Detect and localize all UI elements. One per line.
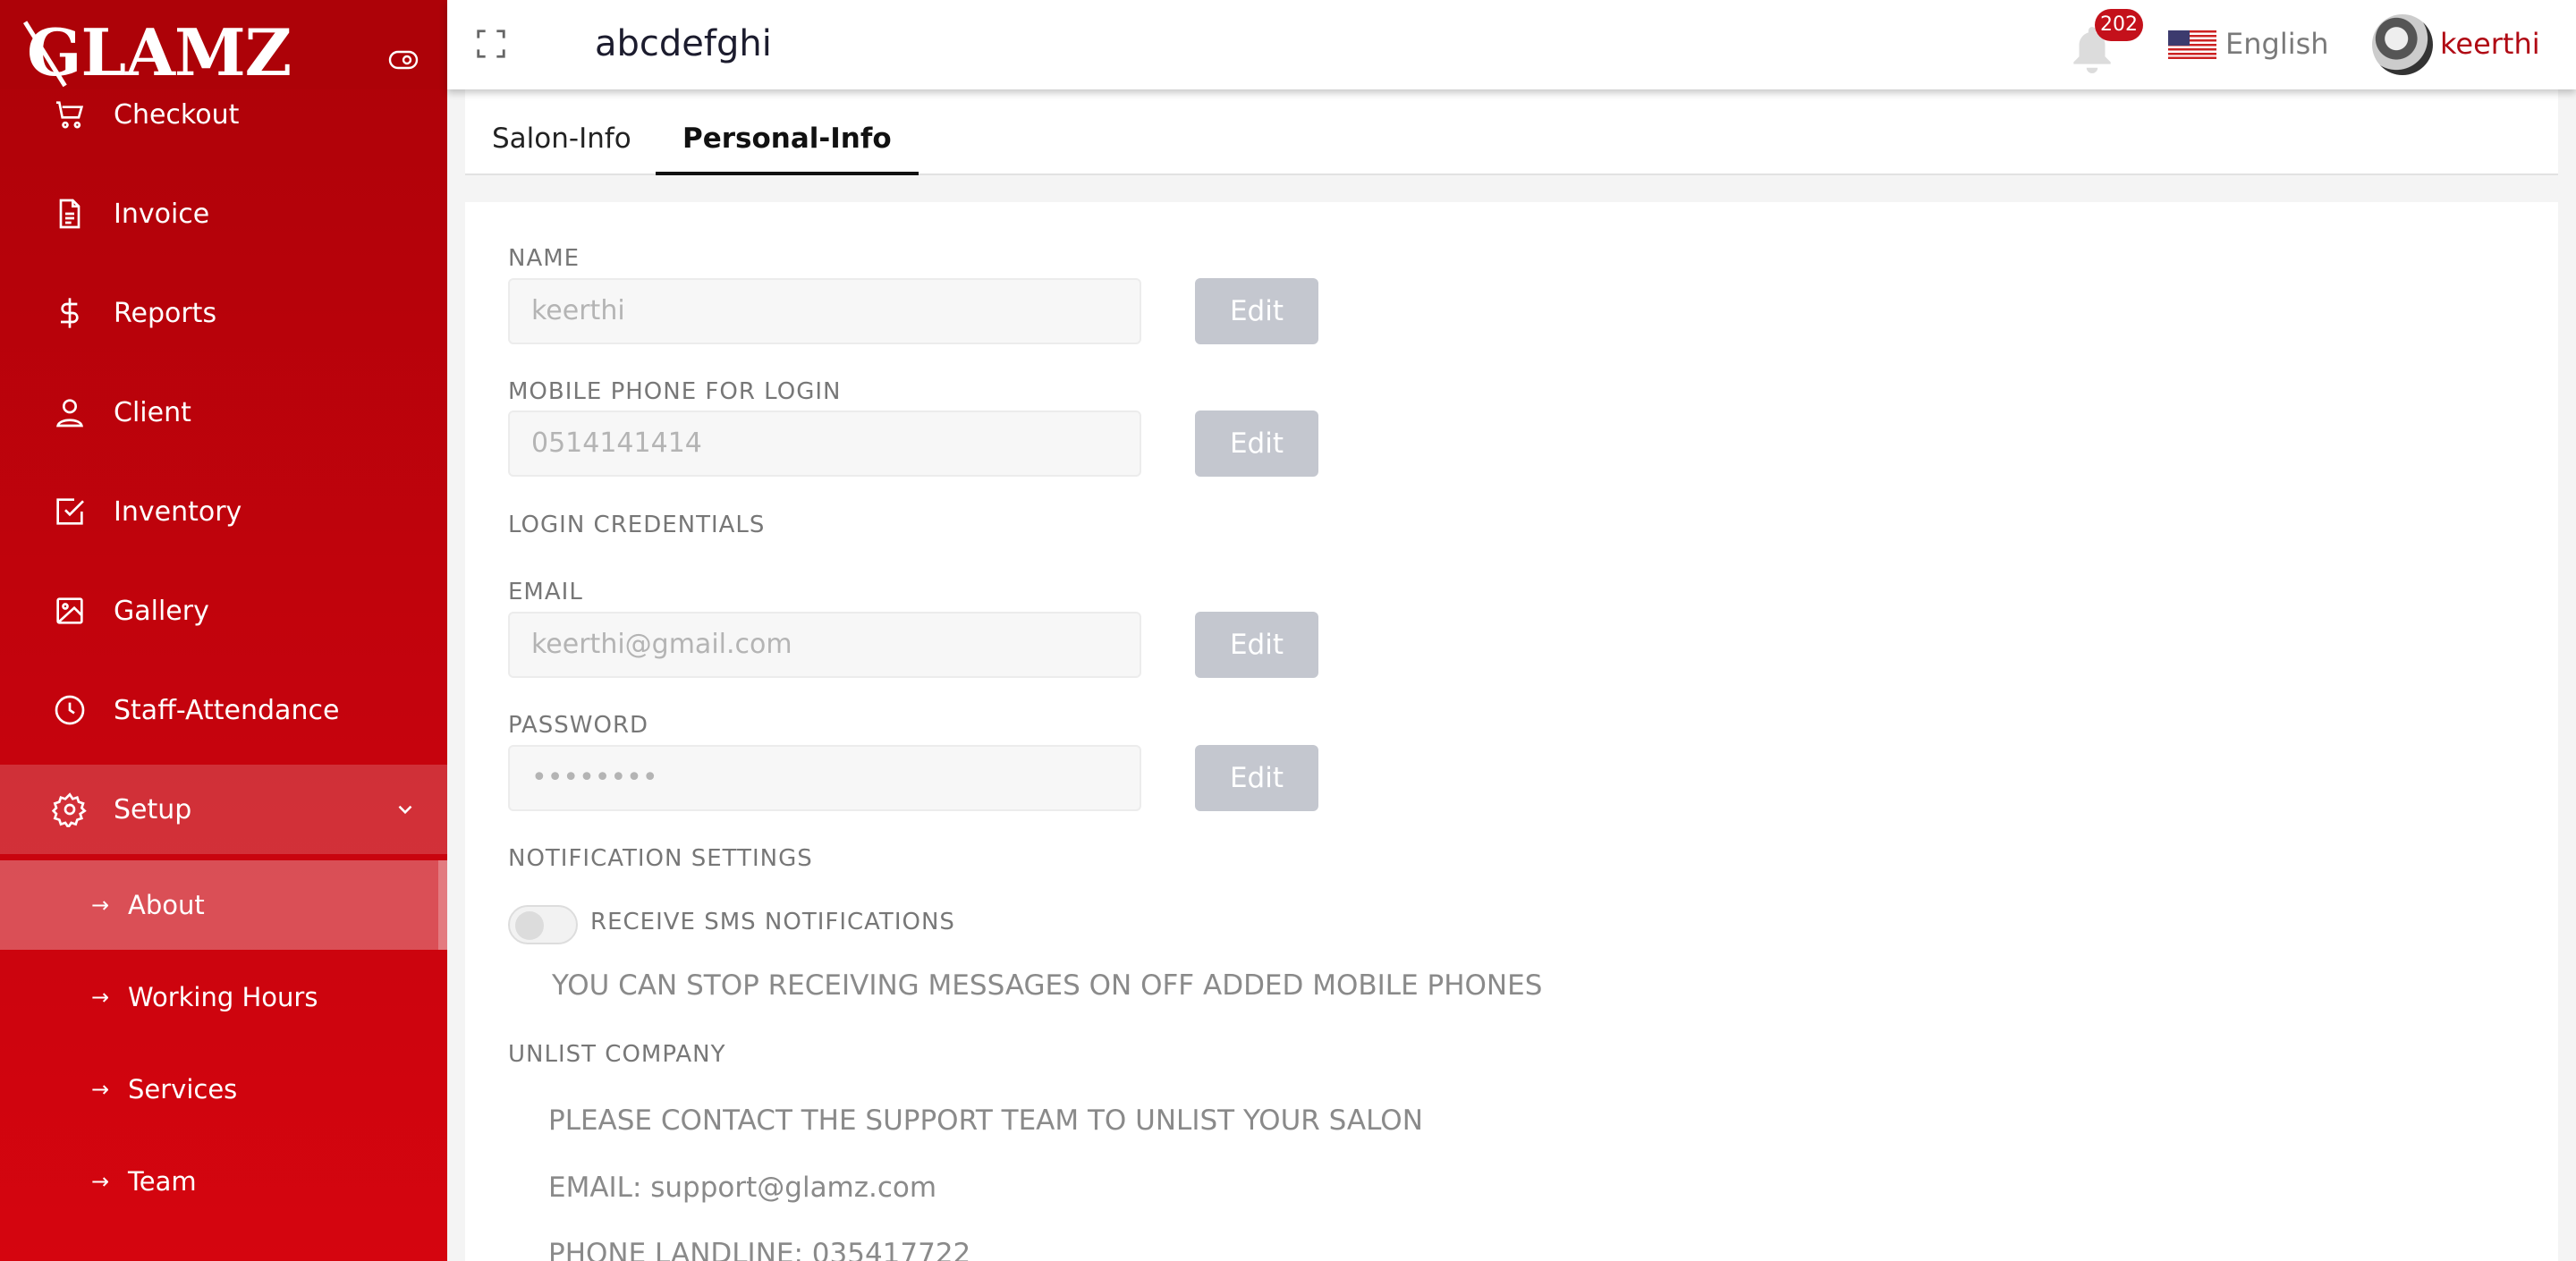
toggle-knob (515, 911, 544, 940)
sidebar-subitem-label: Team (128, 1166, 197, 1197)
sidebar-item-label: Inventory (114, 495, 242, 528)
tab-bar: Salon-Info Personal-Info (465, 89, 2558, 175)
mobile-field[interactable]: 0514141414 (508, 410, 1141, 477)
support-phone: PHONE LANDLINE: 035417722 (548, 1238, 971, 1261)
user-icon (56, 399, 83, 427)
name-field[interactable]: keerthi (508, 278, 1141, 344)
arrow-right-icon: → (91, 985, 110, 1010)
sidebar-subitem-label: Services (128, 1074, 238, 1104)
password-label: PASSWORD (508, 712, 649, 739)
sidebar-subitem-label: About (128, 890, 205, 920)
sidebar-subitem-working-hours[interactable]: → Working Hours (0, 952, 447, 1042)
unlist-company-heading: UNLIST COMPANY (508, 1041, 726, 1068)
sms-toggle-label: RECEIVE SMS NOTIFICATIONS (590, 909, 955, 935)
sidebar-subitem-label: Working Hours (128, 982, 318, 1012)
email-label: EMAIL (508, 579, 583, 605)
edit-name-button[interactable]: Edit (1195, 278, 1318, 344)
mobile-label: MOBILE PHONE FOR LOGIN (508, 378, 842, 405)
brand-logo[interactable]: GLAMZ (27, 13, 292, 93)
clock-icon (55, 695, 85, 725)
sidebar-item-label: Invoice (114, 198, 210, 230)
edit-password-button[interactable]: Edit (1195, 745, 1318, 811)
arrow-right-icon: → (91, 1169, 110, 1194)
sms-note: YOU CAN STOP RECEIVING MESSAGES ON OFF A… (552, 969, 1543, 1002)
logo-bar: GLAMZ (0, 0, 447, 90)
sidebar-item-invoice[interactable]: Invoice (0, 169, 447, 258)
sidebar-subitem-about[interactable]: → About (0, 860, 447, 950)
arrow-right-icon: → (91, 893, 110, 918)
sms-notification-toggle[interactable] (508, 905, 578, 944)
sidebar-item-label: Reports (114, 297, 217, 329)
tab-salon-info[interactable]: Salon-Info (465, 89, 658, 175)
notification-badge: 202 (2095, 9, 2143, 41)
language-selector[interactable]: English (2225, 27, 2329, 61)
sidebar-item-label: Setup (114, 793, 192, 825)
document-icon (59, 199, 80, 229)
image-icon (56, 597, 83, 624)
notification-settings-heading: NOTIFICATION SETTINGS (508, 845, 813, 872)
gear-icon (52, 792, 87, 827)
sidebar-item-inventory[interactable]: Inventory (0, 467, 447, 556)
sidebar-toggle-icon[interactable] (388, 50, 419, 70)
sidebar-item-client[interactable]: Client (0, 368, 447, 457)
password-field[interactable]: •••••••• (508, 745, 1141, 811)
sidebar-item-staff-attendance[interactable]: Staff-Attendance (0, 665, 447, 755)
name-label: NAME (508, 245, 580, 272)
sidebar-item-reports[interactable]: Reports (0, 268, 447, 358)
personal-info-card (465, 202, 2558, 1261)
avatar[interactable] (2372, 14, 2433, 75)
unlist-note: PLEASE CONTACT THE SUPPORT TEAM TO UNLIS… (548, 1104, 1423, 1137)
us-flag-icon (2168, 30, 2216, 59)
sidebar-subitem-team[interactable]: → Team (0, 1137, 447, 1226)
sidebar-subitem-services[interactable]: → Services (0, 1045, 447, 1134)
checkbox-icon (56, 498, 84, 525)
dollar-icon (61, 298, 79, 328)
chevron-down-icon (398, 805, 412, 815)
cart-icon (56, 101, 84, 129)
login-credentials-heading: LOGIN CREDENTIALS (508, 512, 766, 538)
email-field[interactable]: keerthi@gmail.com (508, 612, 1141, 678)
sidebar-item-setup[interactable]: Setup (0, 765, 447, 854)
support-email: EMAIL: support@glamz.com (548, 1172, 937, 1204)
fullscreen-icon[interactable] (474, 27, 508, 61)
tab-personal-info[interactable]: Personal-Info (656, 89, 919, 175)
arrow-right-icon: → (91, 1077, 110, 1102)
sidebar-item-label: Client (114, 396, 191, 428)
sidebar-item-label: Checkout (114, 98, 240, 131)
user-menu[interactable]: keerthi (2440, 27, 2540, 61)
edit-mobile-button[interactable]: Edit (1195, 410, 1318, 477)
sidebar: Checkout Invoice Reports Client Inventor… (0, 0, 447, 1261)
sidebar-item-label: Staff-Attendance (114, 694, 340, 726)
page-title: abcdefghi (595, 23, 772, 64)
sidebar-item-label: Gallery (114, 595, 209, 627)
edit-email-button[interactable]: Edit (1195, 612, 1318, 678)
sidebar-item-gallery[interactable]: Gallery (0, 566, 447, 656)
